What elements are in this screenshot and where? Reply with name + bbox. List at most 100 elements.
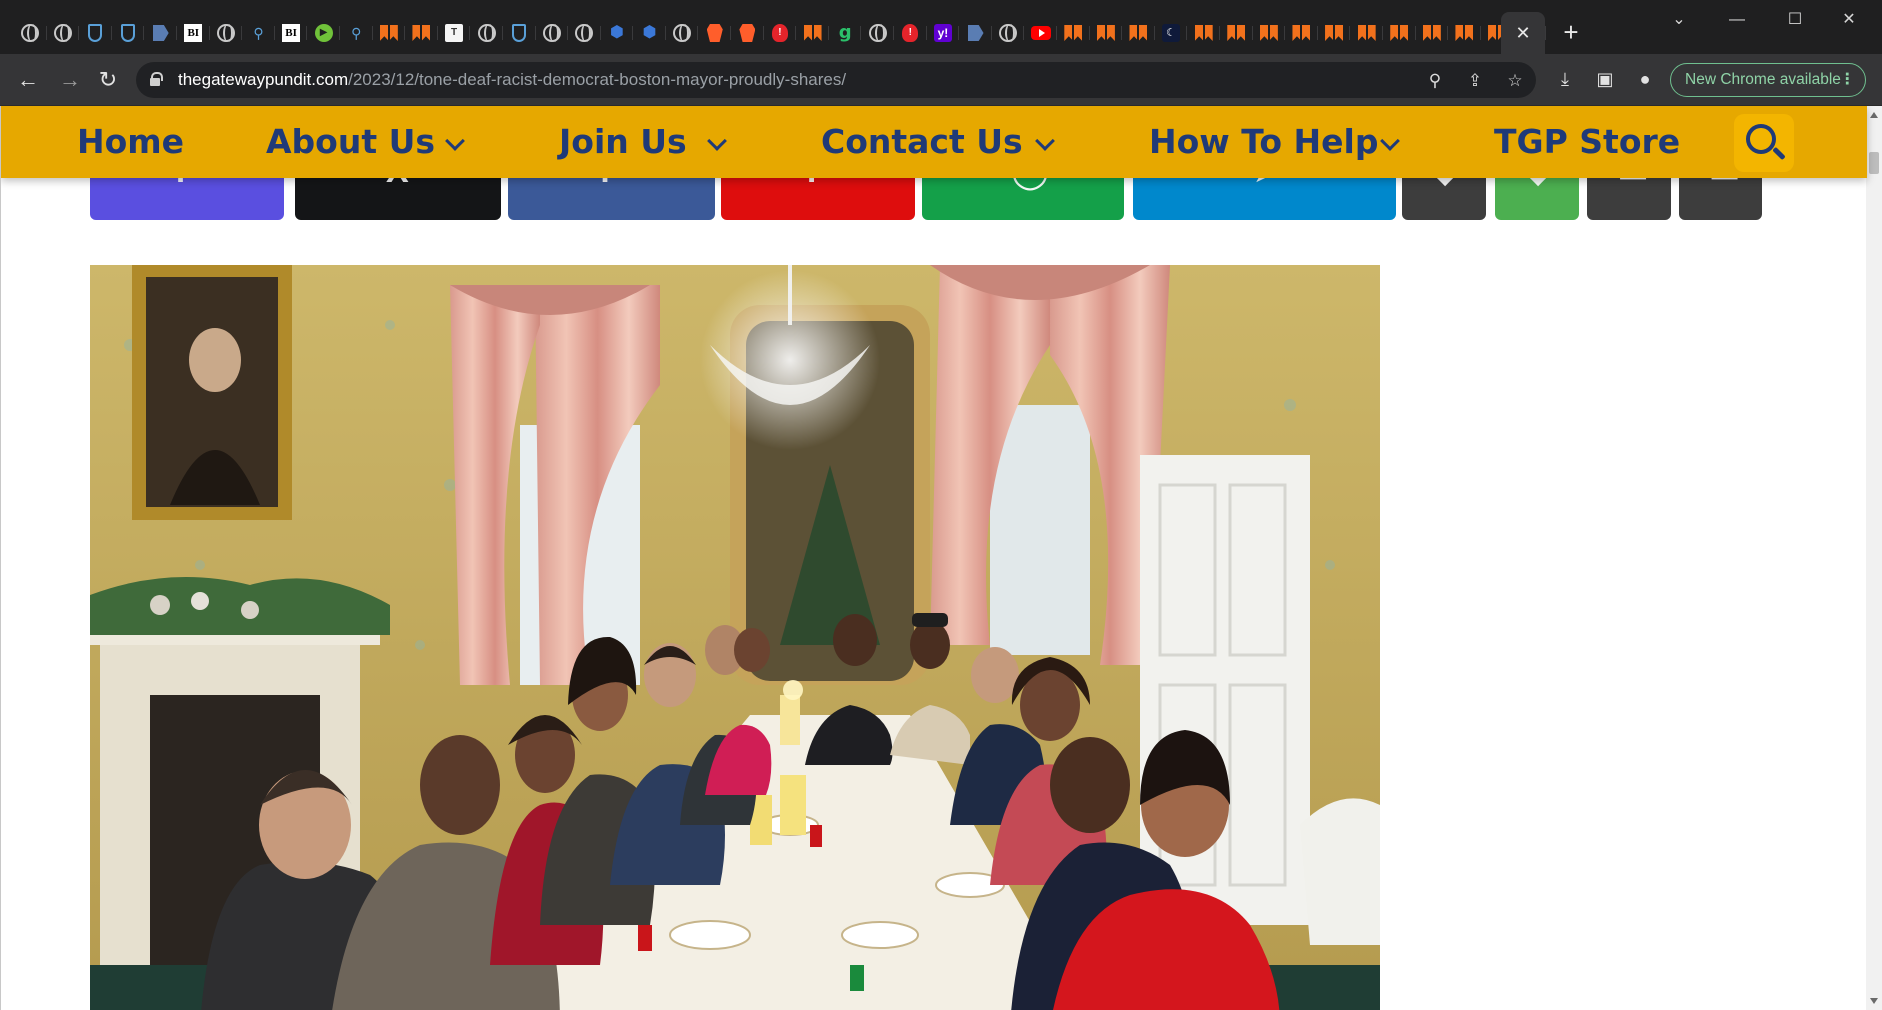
share-button-whatsapp[interactable]: ◆ <box>1495 172 1579 220</box>
globe-icon <box>673 24 692 42</box>
scroll-down-arrow-icon[interactable] <box>1870 998 1878 1004</box>
lock-icon[interactable] <box>150 72 163 86</box>
nav-how-to-help[interactable]: How To Help <box>1149 106 1379 178</box>
page-scrollbar[interactable] <box>1866 106 1882 1010</box>
browser-tab[interactable] <box>1057 20 1090 46</box>
tab-search-button[interactable]: ⌄ <box>1659 8 1699 32</box>
browser-tab[interactable] <box>14 20 47 46</box>
share-button-gettr[interactable]: ! <box>721 172 915 220</box>
address-bar[interactable]: thegatewaypundit.com/2023/12/tone-deaf-r… <box>136 62 1536 98</box>
nav-contact-us[interactable]: Contact Us <box>821 106 1023 178</box>
browser-tab[interactable] <box>1448 20 1481 46</box>
forward-button[interactable]: → <box>56 66 84 94</box>
browser-tab[interactable]: ⬢ <box>601 20 634 46</box>
browser-tab[interactable] <box>373 20 406 46</box>
browser-tab[interactable] <box>1122 20 1155 46</box>
browser-tab[interactable]: ▶ <box>307 20 340 46</box>
maximize-button[interactable]: ☐ <box>1775 8 1815 32</box>
site-search-button[interactable] <box>1734 114 1794 172</box>
browser-tab[interactable] <box>861 20 894 46</box>
new-tab-button[interactable]: + <box>1557 18 1585 46</box>
browser-tab[interactable]: ⬢ <box>633 20 666 46</box>
more-menu-icon[interactable]: ⋮ <box>1840 64 1856 96</box>
browser-tab[interactable] <box>405 20 438 46</box>
bookmark-dual-icon <box>1357 25 1376 41</box>
browser-tab[interactable] <box>1187 20 1220 46</box>
share-button-sms[interactable]: ◆ <box>1402 172 1486 220</box>
shield-icon <box>512 24 527 42</box>
url-text[interactable]: thegatewaypundit.com/2023/12/tone-deaf-r… <box>178 62 846 98</box>
new-chrome-available-button[interactable]: New Chrome available ⋮ <box>1670 63 1866 97</box>
side-panel-icon[interactable]: ▣ <box>1592 66 1618 92</box>
browser-tab[interactable]: BI <box>177 20 210 46</box>
browser-tab[interactable] <box>536 20 569 46</box>
scroll-up-arrow-icon[interactable] <box>1870 112 1878 118</box>
browser-tab[interactable]: BI <box>275 20 308 46</box>
browser-tab[interactable] <box>731 20 764 46</box>
nav-tgp-store[interactable]: TGP Store <box>1494 106 1680 178</box>
browser-tab[interactable] <box>1383 20 1416 46</box>
share-button-print[interactable]: ▭ <box>1679 172 1762 220</box>
browser-tab[interactable]: ⚲ <box>340 20 373 46</box>
share-button-linkedin[interactable]: f <box>508 172 715 220</box>
browser-tab[interactable] <box>1318 20 1351 46</box>
browser-tab[interactable] <box>79 20 112 46</box>
browser-tab[interactable] <box>796 20 829 46</box>
chevron-down-icon[interactable] <box>707 131 727 151</box>
download-icon[interactable]: ⤓ <box>1552 66 1578 92</box>
active-tab[interactable]: ✕ <box>1501 12 1545 54</box>
browser-tab[interactable] <box>1220 20 1253 46</box>
browser-tab[interactable] <box>112 20 145 46</box>
share-button-x[interactable]: X <box>295 172 501 220</box>
browser-tab[interactable] <box>568 20 601 46</box>
close-window-button[interactable]: ✕ <box>1829 8 1869 32</box>
browser-tab[interactable]: ! <box>894 20 927 46</box>
browser-tab[interactable]: y! <box>927 20 960 46</box>
browser-tab[interactable]: ! <box>764 20 797 46</box>
nav-home[interactable]: Home <box>77 106 184 178</box>
scrollbar-thumb[interactable] <box>1869 152 1879 174</box>
close-tab-icon[interactable]: ✕ <box>1515 23 1530 44</box>
browser-tab[interactable]: g <box>829 20 862 46</box>
share-button-email[interactable]: ▭ <box>1587 172 1671 220</box>
bookmark-dual-icon <box>1422 25 1441 41</box>
chevron-down-icon[interactable] <box>445 131 465 151</box>
minimize-button[interactable]: — <box>1717 8 1757 32</box>
browser-tab[interactable] <box>1416 20 1449 46</box>
share-icon[interactable]: ⇪ <box>1462 68 1488 94</box>
browser-tab[interactable] <box>1350 20 1383 46</box>
browser-tab[interactable] <box>698 20 731 46</box>
browser-tab[interactable]: ☾ <box>1155 20 1188 46</box>
nav-join-us[interactable]: Join Us <box>559 106 687 178</box>
browser-tab[interactable] <box>1253 20 1286 46</box>
browser-tab[interactable] <box>959 20 992 46</box>
back-button[interactable]: ← <box>14 66 42 94</box>
chevron-down-icon[interactable] <box>1380 131 1400 151</box>
browser-tab[interactable] <box>210 20 243 46</box>
share-button-truth[interactable]: ◯ <box>922 172 1124 220</box>
bookmark-star-icon[interactable]: ☆ <box>1502 68 1528 94</box>
nav-about-us[interactable]: About Us <box>266 106 435 178</box>
globe-icon <box>542 24 561 42</box>
chevron-down-icon[interactable] <box>1035 131 1055 151</box>
browser-tab[interactable] <box>144 20 177 46</box>
browser-tab[interactable]: T <box>438 20 471 46</box>
zoom-icon[interactable]: ⚲ <box>1422 68 1448 94</box>
browser-tab[interactable] <box>1090 20 1123 46</box>
browser-tab[interactable] <box>47 20 80 46</box>
bookmark-dual-icon <box>1455 25 1474 41</box>
browser-tab[interactable] <box>470 20 503 46</box>
youtube-icon <box>1030 26 1051 40</box>
browser-tab[interactable] <box>1024 20 1057 46</box>
share-button-facebook[interactable]: f <box>90 172 284 220</box>
browser-tab[interactable]: ⚲ <box>242 20 275 46</box>
share-button-telegram[interactable]: ➤ <box>1133 172 1396 220</box>
globe-icon <box>216 24 235 42</box>
browser-tab[interactable] <box>503 20 536 46</box>
reload-button[interactable]: ↻ <box>94 66 122 94</box>
browser-tab[interactable] <box>666 20 699 46</box>
profile-icon[interactable]: ● <box>1632 66 1658 92</box>
browser-tab[interactable] <box>1285 20 1318 46</box>
browser-tab[interactable] <box>992 20 1025 46</box>
document-icon: T <box>445 24 464 42</box>
